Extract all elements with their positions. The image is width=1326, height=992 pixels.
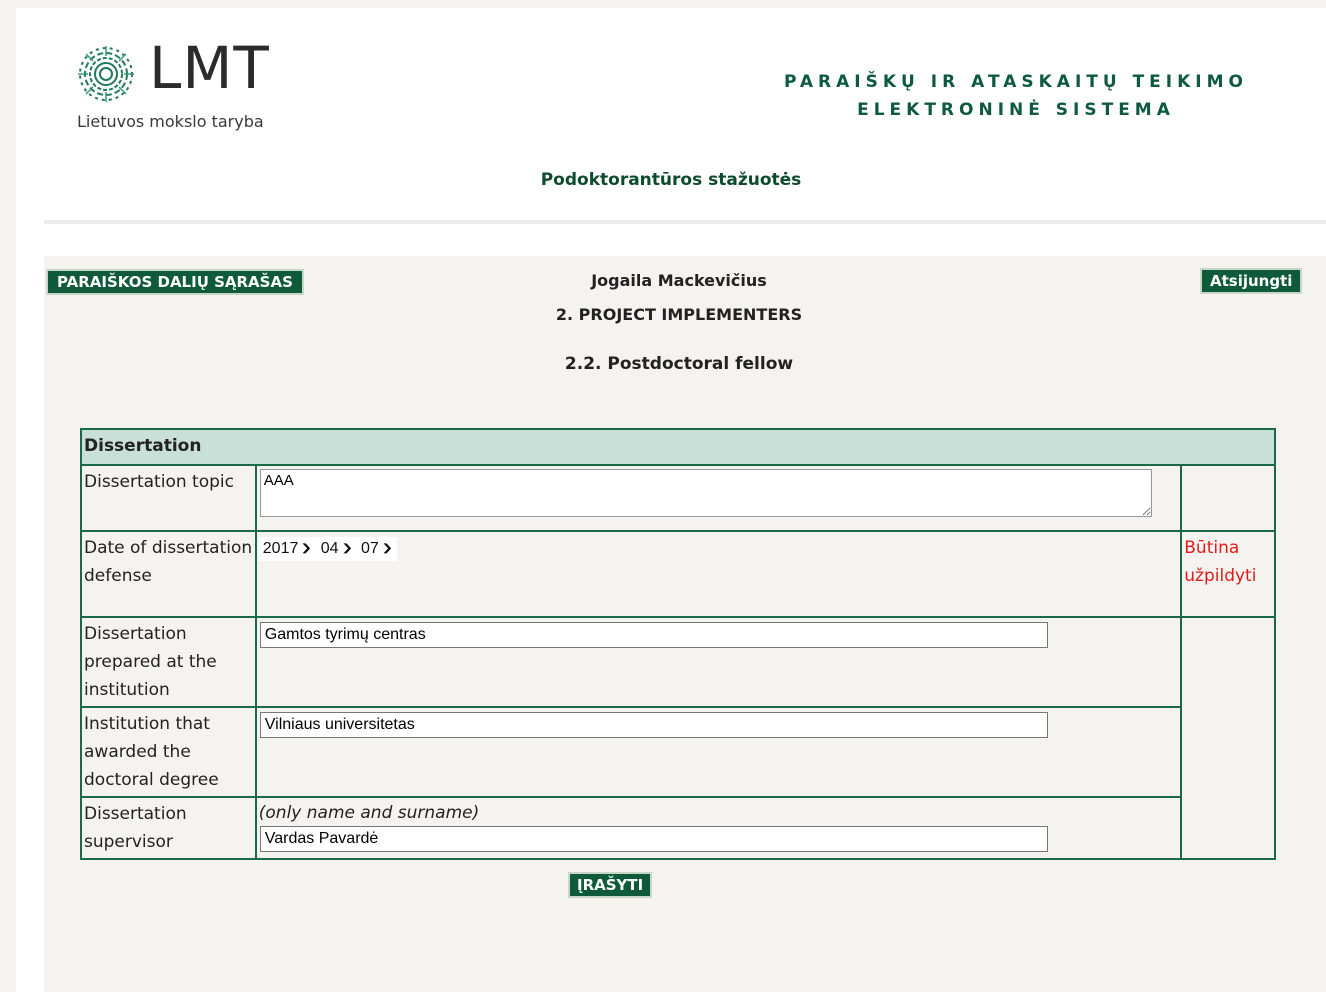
- logo-wordmark: LMT: [149, 34, 270, 102]
- month-value: 04: [320, 540, 339, 557]
- dissertation-form-table: Dissertation Dissertation topic AAA Date…: [80, 428, 1276, 860]
- header-divider: [44, 220, 1326, 224]
- lmt-logo-icon: [78, 46, 134, 102]
- table-row: Institution that awarded the doctoral de…: [80, 706, 1275, 798]
- lmt-logo: LMT Lietuvos mokslo taryba: [75, 38, 305, 142]
- year-value: 2017: [262, 540, 299, 557]
- system-title-line1: PARAIŠKŲ IR ATASKAITŲ TEIKIMO: [784, 72, 1248, 92]
- section-title: 2. PROJECT IMPLEMENTERS: [555, 305, 803, 324]
- table-row: Dissertation prepared at the institution: [80, 616, 1276, 860]
- user-name: Jogaila Mackevičius: [591, 271, 767, 290]
- program-title: Podoktorantūros stažuotės: [540, 170, 802, 190]
- system-title: PARAIŠKŲ IR ATASKAITŲ TEIKIMO ELEKTRONIN…: [706, 68, 1326, 124]
- empty-msg-cell: [1180, 616, 1276, 860]
- save-button[interactable]: ĮRAŠYTI: [568, 872, 653, 898]
- day-select[interactable]: 07 ❯: [356, 537, 398, 561]
- chevron-down-icon: ❯: [381, 543, 393, 554]
- topic-cell: AAA: [254, 464, 1183, 532]
- system-title-line2: ELEKTRONINĖ SISTEMA: [857, 100, 1175, 120]
- awarded-input[interactable]: [259, 712, 1048, 738]
- logo-subtitle: Lietuvos mokslo taryba: [77, 112, 264, 131]
- chevron-down-icon: ❯: [340, 543, 353, 554]
- subsection-title: 2.2. Postdoctoral fellow: [564, 354, 794, 374]
- month-select[interactable]: 04 ❯: [316, 537, 357, 561]
- topic-textarea[interactable]: AAA: [259, 469, 1152, 517]
- page: LMT Lietuvos mokslo taryba PARAIŠKŲ IR A…: [16, 8, 1326, 992]
- year-select[interactable]: 2017 ❯: [258, 537, 317, 561]
- awarded-label: Institution that awarded the doctoral de…: [80, 706, 257, 798]
- day-value: 07: [360, 540, 379, 557]
- chevron-down-icon: ❯: [300, 543, 313, 554]
- supervisor-cell: (only name and surname): [254, 796, 1183, 860]
- table-row: Date of dissertation defense 2017 ❯ 04 ❯ 07 ❯…: [80, 530, 1276, 618]
- required-message: Būtina užpildyti: [1180, 530, 1276, 618]
- table-row: Dissertation supervisor (only name and s…: [80, 796, 1275, 860]
- logout-button[interactable]: Atsijungti: [1200, 268, 1303, 294]
- form-group-header: Dissertation: [80, 428, 1276, 466]
- supervisor-input[interactable]: [259, 826, 1048, 852]
- prepared-cell: [254, 616, 1183, 708]
- form-header-row: Dissertation: [80, 428, 1276, 466]
- date-cell: 2017 ❯ 04 ❯ 07 ❯: [254, 530, 1183, 618]
- prepared-label: Dissertation prepared at the institution: [80, 616, 257, 708]
- topic-msg-cell: [1180, 464, 1276, 532]
- topic-label: Dissertation topic: [80, 464, 257, 532]
- date-label: Date of dissertation defense: [80, 530, 257, 618]
- supervisor-label: Dissertation supervisor: [80, 796, 257, 860]
- supervisor-hint: (only name and surname): [258, 803, 480, 823]
- prepared-input[interactable]: [259, 622, 1048, 648]
- table-row: Dissertation topic AAA: [80, 464, 1276, 532]
- main-content: PARAIŠKOS DALIŲ SĄRAŠAS Jogaila Mackevič…: [44, 256, 1326, 992]
- awarded-cell: [254, 706, 1183, 798]
